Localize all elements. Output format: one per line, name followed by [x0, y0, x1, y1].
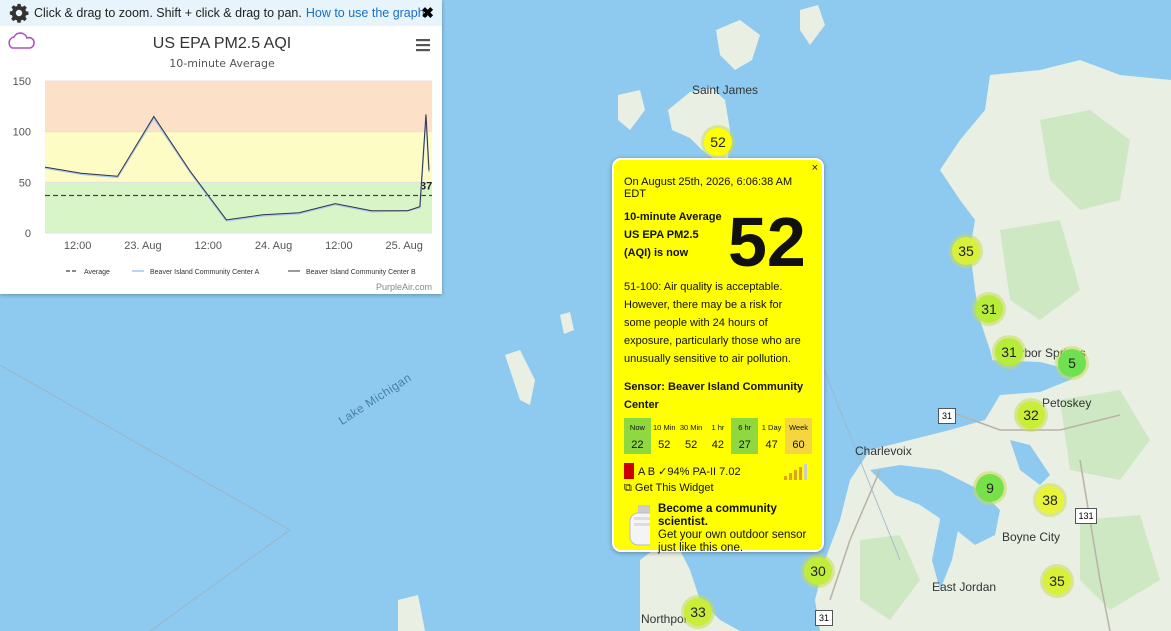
y-tick-label: 0	[25, 228, 31, 240]
legend-label: Beaver Island Community Center B	[306, 269, 416, 276]
chart-credit: PurpleAir.com	[376, 282, 432, 292]
aqi-chart[interactable]: 0 50 100 150 US EPA PM2.5 AQI 10-minute Avera…	[0, 26, 442, 294]
period-value: 27	[731, 436, 759, 454]
period-table: Now 10 Min 30 Min 1 hr 6 hr 1 Day Week 22 52 52 4…	[624, 418, 812, 454]
get-widget-link[interactable]: ⧉ Get This Widget	[624, 482, 812, 495]
sensor-marker[interactable]: 9	[976, 474, 1004, 502]
x-tick-label: 25. Aug	[386, 240, 423, 252]
x-tick-label: 24. Aug	[255, 240, 292, 252]
period-value: 22	[624, 436, 651, 454]
highway-shield: 31	[938, 408, 956, 424]
sensor-marker[interactable]: 31	[975, 295, 1003, 323]
chart-title: US EPA PM2.5 AQI	[153, 35, 291, 52]
sensor-marker[interactable]: 5	[1058, 349, 1086, 377]
graph-panel: Click & drag to zoom. Shift + click & dr…	[0, 0, 442, 294]
signal-strength-icon	[784, 464, 807, 480]
period-label: 6 hr	[731, 418, 759, 436]
promo-text: Get your own outdoor sensor just like th…	[658, 529, 807, 554]
flag-icon[interactable]	[624, 463, 634, 479]
period-value: 52	[650, 436, 678, 454]
sensor-device-icon	[629, 505, 651, 546]
channel-info-text: A B ✓94% PA-II 7.02	[638, 465, 741, 478]
aqi-description: 51-100: Air quality is acceptable. Howev…	[624, 281, 801, 365]
x-tick-label: 12:00	[325, 240, 353, 252]
sensor-marker[interactable]: 38	[1036, 486, 1064, 514]
x-tick-label: 12:00	[64, 240, 92, 252]
promo-title: Become a community scientist.	[658, 503, 777, 528]
y-tick-label: 50	[19, 177, 31, 189]
period-value: 60	[785, 436, 812, 454]
legend-label: Average	[84, 269, 110, 276]
help-link[interactable]: How to use the graph.	[306, 6, 428, 20]
y-tick-label: 100	[13, 127, 31, 139]
aqi-label: 10-minute Average US EPA PM2.5 (AQI) is …	[624, 211, 722, 259]
highway-shield: 131	[1075, 508, 1097, 524]
legend-label: Beaver Island Community Center A	[150, 269, 260, 276]
place-petoskey: Petoskey	[1042, 396, 1092, 410]
popup-close-button[interactable]: ×	[812, 162, 818, 174]
place-east-jordan: East Jordan	[932, 580, 997, 594]
sensor-marker[interactable]: 31	[995, 338, 1023, 366]
promo[interactable]: Become a community scientist. Get your o…	[624, 503, 812, 555]
period-label: Now	[624, 418, 651, 436]
aqi-band	[45, 81, 432, 132]
place-saint-james: Saint James	[692, 83, 759, 97]
y-tick-label: 150	[13, 76, 31, 88]
menu-icon	[416, 39, 430, 42]
period-label: 30 Min	[677, 418, 705, 436]
x-tick-label: 23. Aug	[124, 240, 161, 252]
aqi-value: 52	[728, 203, 806, 281]
highway-shield: 31	[815, 610, 833, 626]
period-value: 47	[758, 436, 786, 454]
sensor-name: Sensor: Beaver Island Community Center	[624, 381, 804, 411]
graph-close-button[interactable]: ✖	[421, 4, 434, 22]
gear-icon[interactable]	[8, 2, 30, 24]
copy-icon: ⧉	[624, 482, 632, 494]
popup-date: On August 25th, 2026, 6:06:38 AM EDT	[624, 176, 793, 200]
x-tick-label: 12:00	[195, 240, 223, 252]
graph-toolbar: Click & drag to zoom. Shift + click & dr…	[0, 0, 442, 26]
period-label: 1 Day	[758, 418, 786, 436]
sensor-marker[interactable]: 32	[1017, 401, 1045, 429]
chart-subtitle: 10-minute Average	[169, 57, 275, 70]
menu-icon	[416, 49, 430, 52]
cloud-icon	[8, 32, 35, 49]
period-value: 52	[677, 436, 705, 454]
place-boyne-city: Boyne City	[1002, 530, 1061, 544]
sensor-marker[interactable]: 52	[704, 128, 732, 156]
period-label: 10 Min	[650, 418, 678, 436]
sensor-marker[interactable]: 35	[1043, 567, 1071, 595]
sensor-popup: × On August 25th, 2026, 6:06:38 AM EDT 1…	[612, 158, 824, 555]
channel-info: A B ✓94% PA-II 7.02	[624, 462, 812, 480]
sensor-marker[interactable]: 33	[684, 598, 712, 626]
aqi-band	[45, 182, 432, 233]
period-label: 1 hr	[704, 418, 732, 436]
period-value: 42	[704, 436, 732, 454]
sensor-marker[interactable]: 30	[804, 557, 832, 585]
sensor-marker[interactable]: 35	[952, 237, 980, 265]
toolbar-instructions: Click & drag to zoom. Shift + click & dr…	[34, 6, 302, 20]
place-charlevoix: Charlevoix	[855, 444, 912, 458]
menu-icon	[416, 44, 430, 47]
period-label: Week	[785, 418, 812, 436]
